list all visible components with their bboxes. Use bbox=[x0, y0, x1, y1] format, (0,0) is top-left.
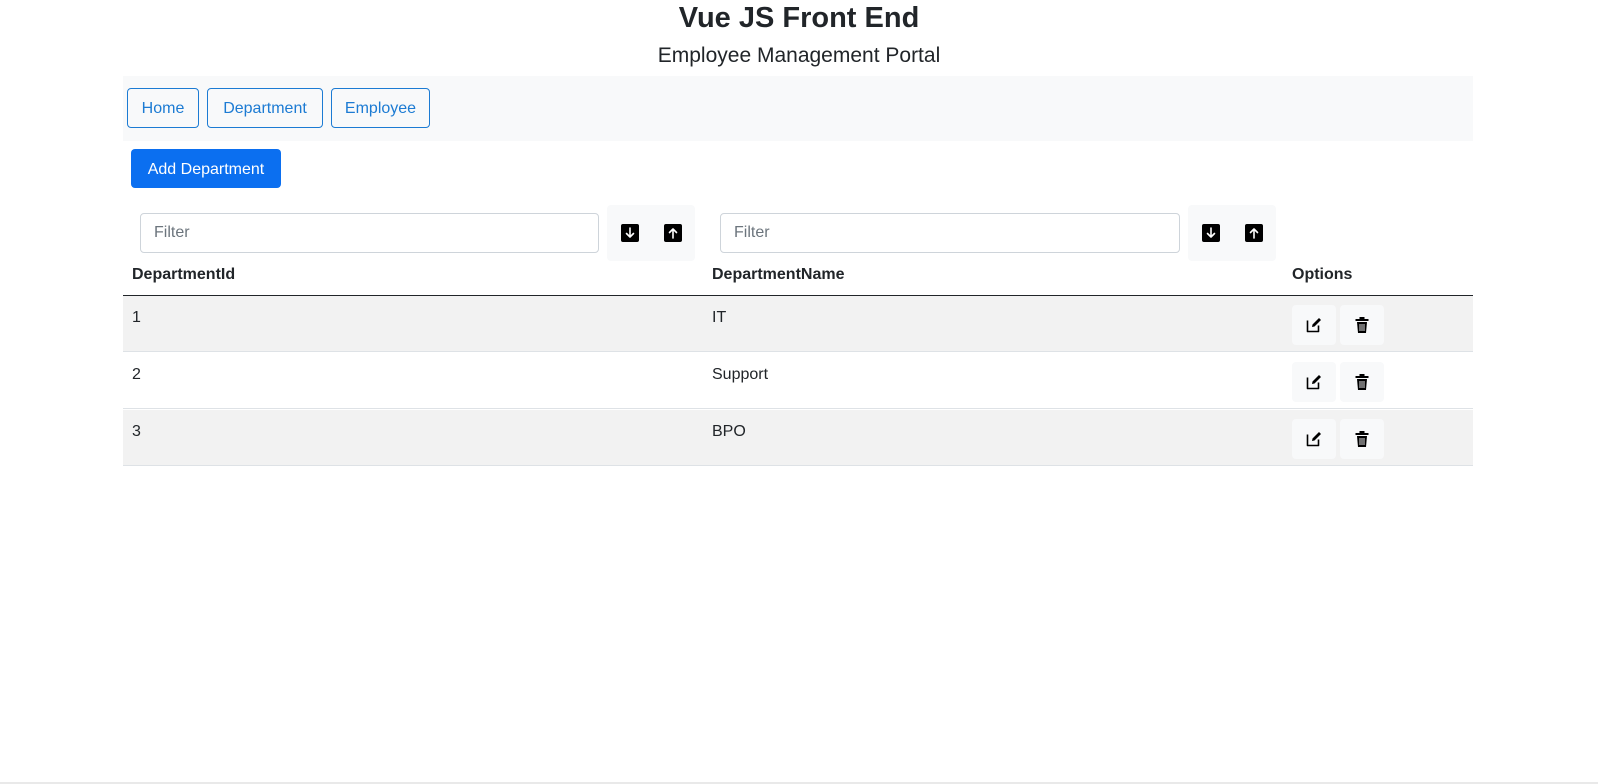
department-name-cell: BPO bbox=[712, 423, 746, 440]
column-header-department-name: DepartmentName bbox=[712, 266, 845, 283]
table-row: 1 IT bbox=[123, 296, 1473, 352]
column-header-department-id: DepartmentId bbox=[132, 266, 236, 283]
edit-button[interactable] bbox=[1292, 419, 1336, 459]
page: Vue JS Front End Employee Management Por… bbox=[0, 0, 1598, 784]
department-id-cell: 2 bbox=[132, 366, 141, 383]
delete-button[interactable] bbox=[1340, 305, 1384, 345]
trash-icon bbox=[1355, 374, 1369, 390]
nav-home-button[interactable]: Home bbox=[127, 88, 199, 128]
edit-icon bbox=[1306, 432, 1321, 447]
delete-button[interactable] bbox=[1340, 362, 1384, 402]
department-id-sort-group bbox=[607, 205, 695, 261]
department-name-cell: Support bbox=[712, 366, 769, 383]
navbar: Home Department Employee bbox=[123, 76, 1473, 141]
arrow-down-icon[interactable] bbox=[1202, 224, 1220, 242]
edit-icon bbox=[1306, 318, 1321, 333]
department-id-filter-input[interactable] bbox=[140, 213, 599, 253]
edit-button[interactable] bbox=[1292, 305, 1336, 345]
table-row: 3 BPO bbox=[123, 410, 1473, 466]
department-name-filter-input[interactable] bbox=[720, 213, 1180, 253]
arrow-down-icon[interactable] bbox=[621, 224, 639, 242]
department-id-cell: 3 bbox=[132, 423, 141, 440]
page-title: Vue JS Front End bbox=[678, 2, 920, 34]
trash-icon bbox=[1355, 431, 1369, 447]
page-subtitle: Employee Management Portal bbox=[657, 44, 941, 67]
arrow-up-icon[interactable] bbox=[664, 224, 682, 242]
department-name-cell: IT bbox=[712, 309, 727, 326]
nav-employee-button[interactable]: Employee bbox=[331, 88, 430, 128]
table-row: 2 Support bbox=[123, 353, 1473, 409]
nav-department-button[interactable]: Department bbox=[207, 88, 323, 128]
edit-button[interactable] bbox=[1292, 362, 1336, 402]
arrow-up-icon[interactable] bbox=[1245, 224, 1263, 242]
department-id-cell: 1 bbox=[132, 309, 141, 326]
department-name-sort-group bbox=[1188, 205, 1276, 261]
trash-icon bbox=[1355, 317, 1369, 333]
delete-button[interactable] bbox=[1340, 419, 1384, 459]
edit-icon bbox=[1306, 375, 1321, 390]
column-header-options: Options bbox=[1292, 266, 1353, 283]
add-department-button[interactable]: Add Department bbox=[131, 149, 281, 188]
